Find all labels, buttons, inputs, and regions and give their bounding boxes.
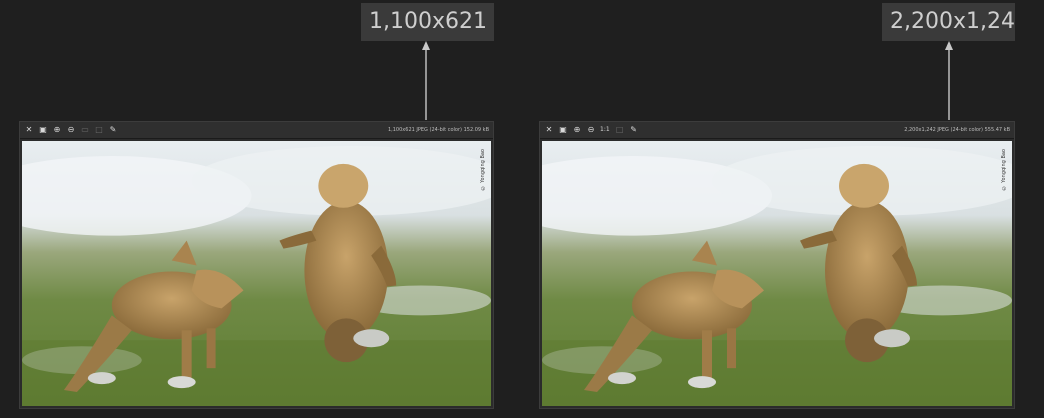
actual-size-icon[interactable]: ▭ [80,125,90,135]
photo-left: © Yongqing Bao [22,141,491,406]
image-viewer-right: ✕ ▣ ⊕ ⊖ 1:1 □ ✎ 2,200x1,242 JPEG (24-bit… [539,121,1015,409]
fox-marmot-photo-right [542,141,1012,406]
resolution-callout-right: 2,200x1,242 . [882,3,1015,41]
zoom-in-icon[interactable]: ⊕ [572,125,582,135]
callout-arrow-left [422,41,430,120]
color-picker-icon[interactable]: ✎ [108,125,118,135]
resolution-callout-left: 1,100x621 [361,3,494,41]
save-icon[interactable]: ▣ [558,125,568,135]
viewer-toolbar-right: ✕ ▣ ⊕ ⊖ 1:1 □ ✎ 2,200x1,242 JPEG (24-bit… [540,122,1014,139]
photo-credit-right: © Yongqing Bao [1001,149,1007,191]
fit-icon[interactable]: □ [615,125,625,135]
save-icon[interactable]: ▣ [38,125,48,135]
fullscreen-icon[interactable]: ✕ [544,125,554,135]
viewer-toolbar-left: ✕ ▣ ⊕ ⊖ ▭ □ ✎ 1,100x621 JPEG (24-bit col… [20,122,493,139]
zoom-level-label[interactable]: 1:1 [600,125,610,135]
fit-icon[interactable]: □ [94,125,104,135]
image-info-right: 2,200x1,242 JPEG (24-bit color) 555.47 k… [904,127,1010,133]
resolution-label-left: 1,100x621 [369,9,487,34]
photo-credit-left: © Yongqing Bao [480,149,486,191]
callout-arrow-right [945,41,953,120]
color-picker-icon[interactable]: ✎ [629,125,639,135]
zoom-out-icon[interactable]: ⊖ [66,125,76,135]
image-viewer-left: ✕ ▣ ⊕ ⊖ ▭ □ ✎ 1,100x621 JPEG (24-bit col… [19,121,494,409]
fullscreen-icon[interactable]: ✕ [24,125,34,135]
image-info-left: 1,100x621 JPEG (24-bit color) 152.09 kB [387,127,489,133]
resolution-label-right: 2,200x1,242 . [890,9,1015,34]
fox-marmot-photo-left [22,141,491,406]
photo-right: © Yongqing Bao [542,141,1012,406]
zoom-out-icon[interactable]: ⊖ [586,125,596,135]
zoom-in-icon[interactable]: ⊕ [52,125,62,135]
